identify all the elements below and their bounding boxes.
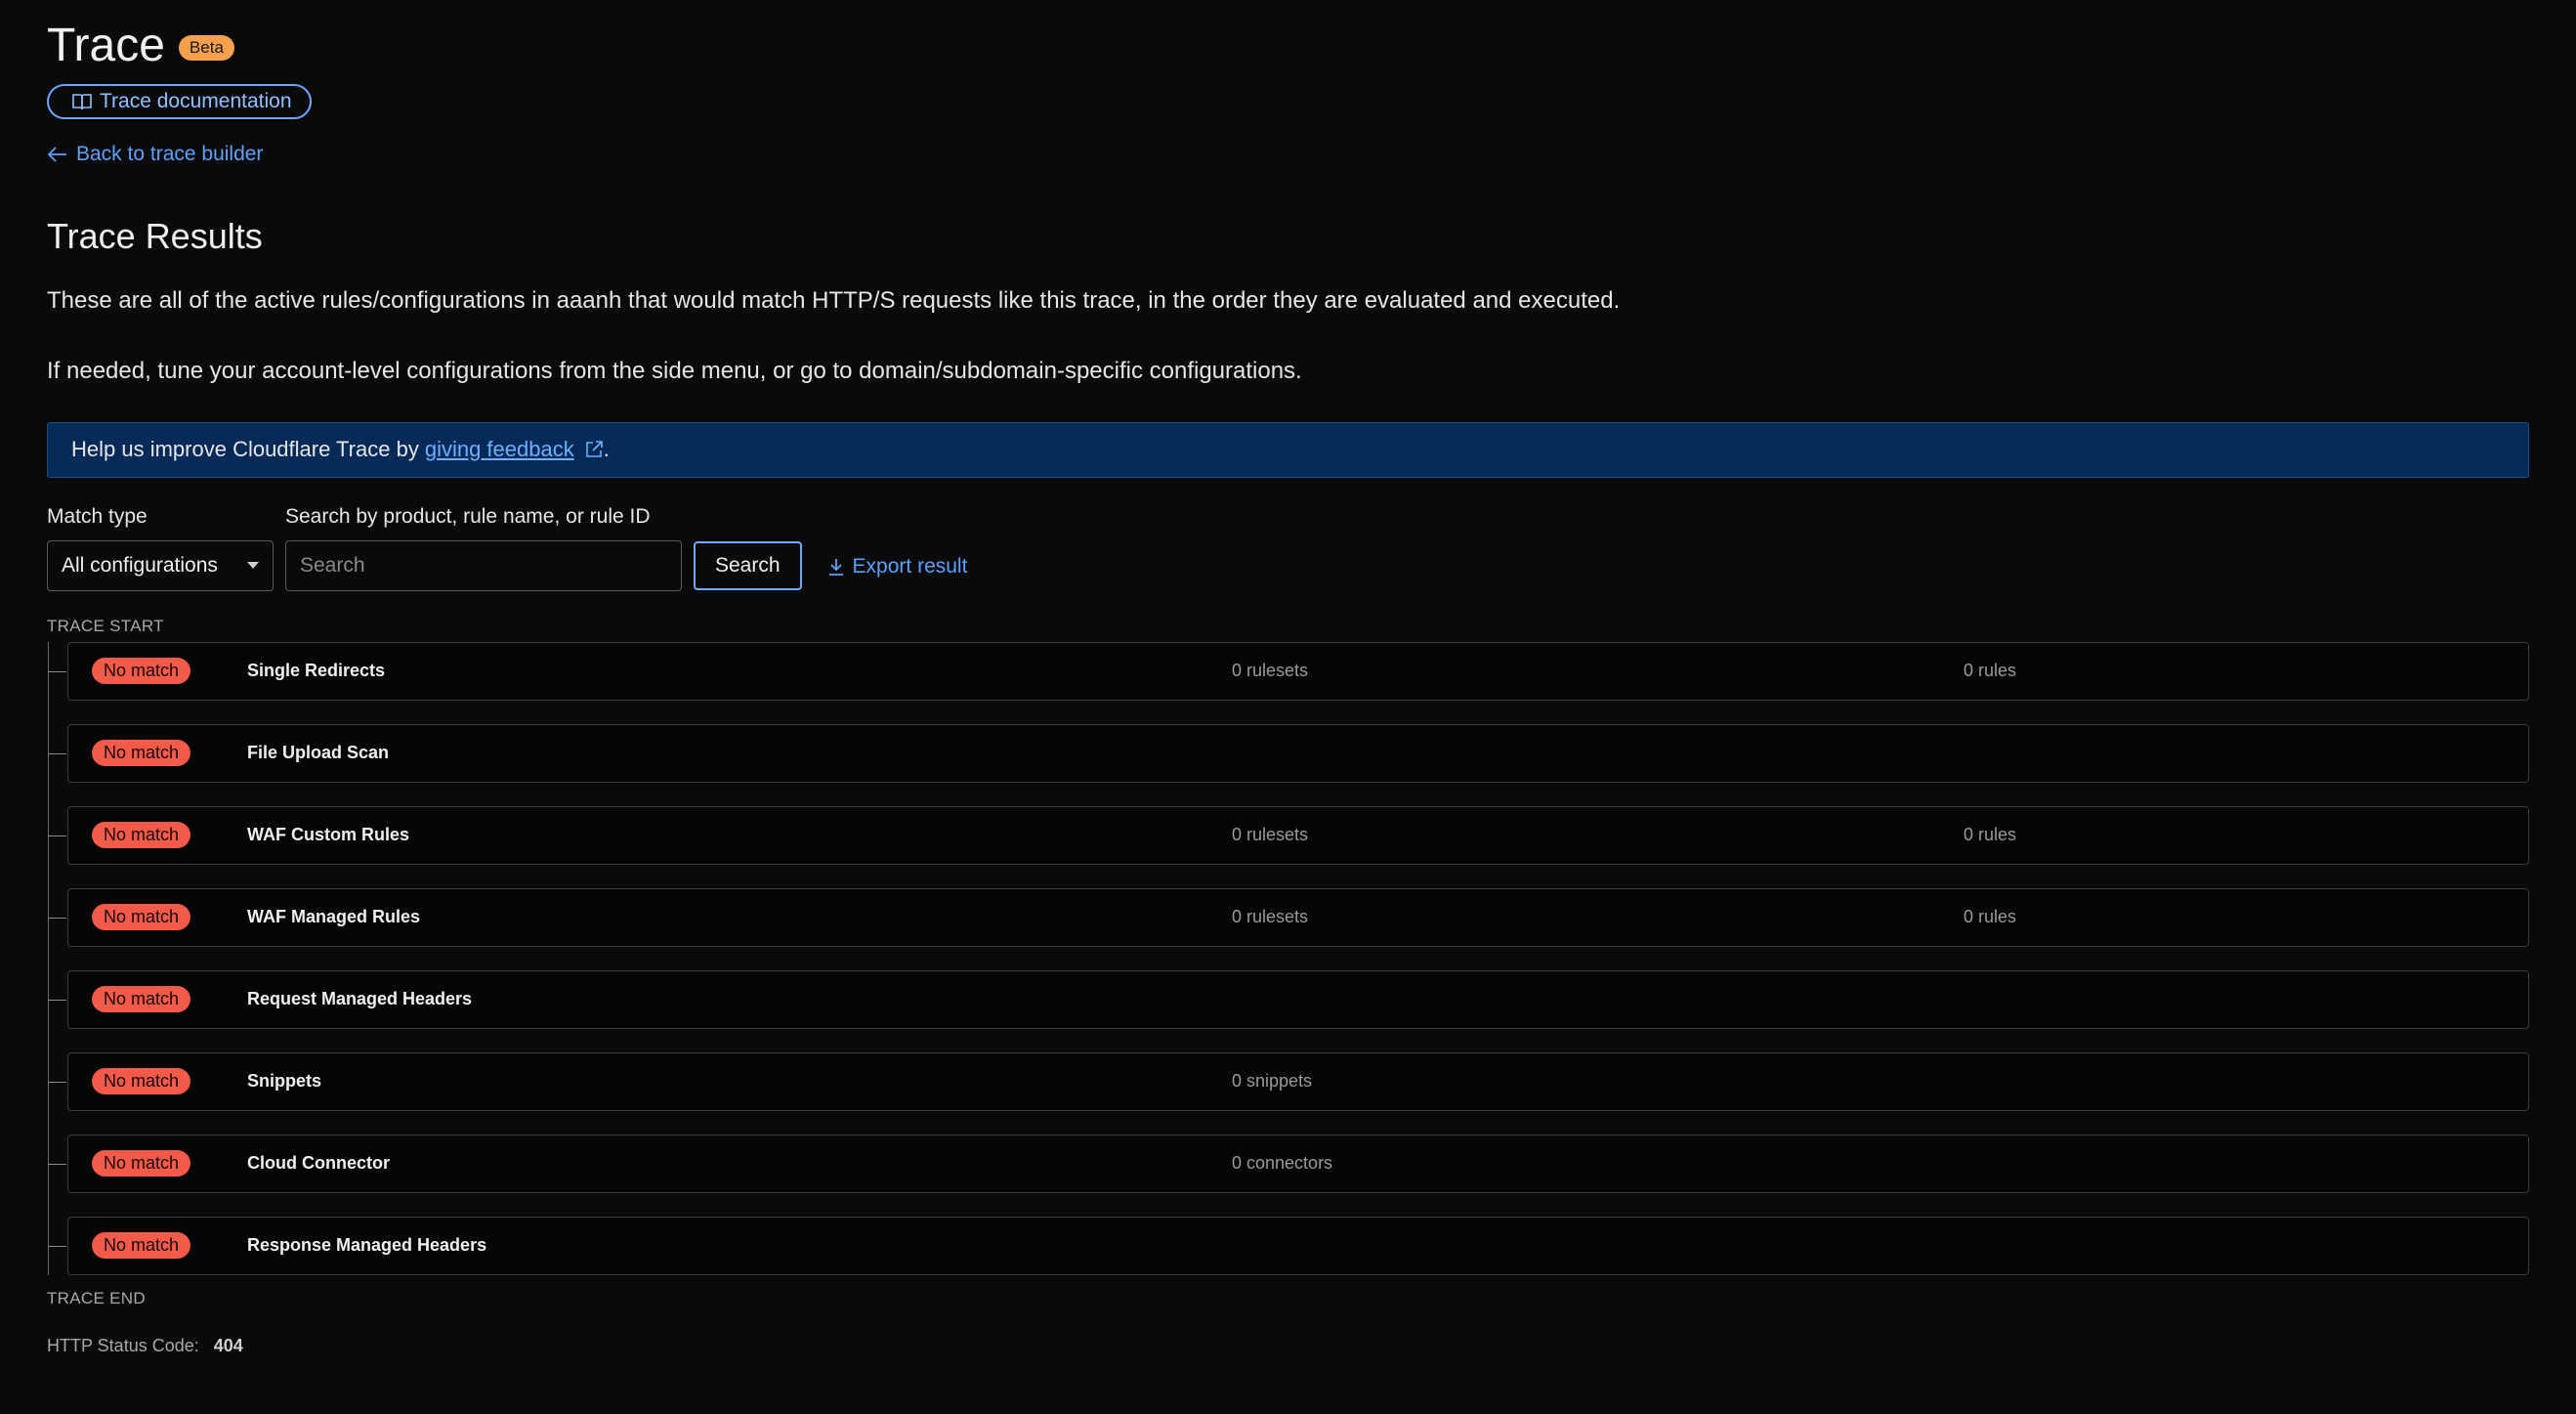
trace-row-rules: 0 rules [1964,661,2017,681]
trace-row-connectors-count: 0 connectors [1232,1153,1333,1174]
match-type-value: All configurations [62,553,218,577]
trace-row-name: File Upload Scan [247,743,390,763]
trace-results-title: Trace Results [47,216,263,256]
match-type-select[interactable]: All configurations [47,539,274,591]
no-match-badge: No match [92,821,191,849]
arrow-left-icon [47,147,66,162]
back-to-trace-builder-link[interactable]: Back to trace builder [47,143,263,166]
search-label: Search by product, rule name, or rule ID [285,504,651,528]
results-description-2: If needed, tune your account-level confi… [47,357,1302,384]
page-title: Trace [47,20,165,71]
results-description-1: These are all of the active rules/config… [47,287,1621,314]
search-button[interactable]: Search [694,540,802,590]
search-field: Search by product, rule name, or rule ID [285,505,682,591]
no-match-badge: No match [92,739,191,767]
trace-row-single-redirects[interactable]: No match Single Redirects 0 rulesets 0 r… [48,641,2529,701]
trace-row-name: Cloud Connector [247,1153,390,1174]
trace-row-file-upload-scan[interactable]: No match File Upload Scan [48,723,2529,783]
title-row: Trace Beta [47,0,2529,74]
no-match-badge: No match [92,1149,191,1178]
match-type-label: Match type [47,504,148,528]
status-code-label: HTTP Status Code: [47,1335,199,1355]
no-match-badge: No match [92,985,191,1013]
giving-feedback-link[interactable]: giving feedback [425,437,574,462]
page: Trace Beta Trace documentation Back to t… [0,0,2576,1414]
trace-row-request-managed-headers[interactable]: No match Request Managed Headers [48,969,2529,1029]
http-status-code: HTTP Status Code: 404 [47,1336,2529,1356]
export-result-label: Export result [852,554,968,578]
trace-list: No match Single Redirects 0 rulesets 0 r… [47,641,2529,1275]
trace-row-name: Response Managed Headers [247,1235,487,1256]
trace-row-waf-managed-rules[interactable]: No match WAF Managed Rules 0 rulesets 0 … [48,887,2529,947]
trace-row-rules: 0 rules [1964,907,2017,927]
trace-row-snippets-count: 0 snippets [1232,1071,1313,1092]
trace-documentation-button[interactable]: Trace documentation [47,84,312,119]
no-match-badge: No match [92,903,191,931]
status-code-value: 404 [213,1335,243,1355]
back-link-label: Back to trace builder [76,143,264,165]
trace-row-rulesets: 0 rulesets [1232,907,1309,927]
trace-row-name: Single Redirects [247,661,386,681]
trace-row-name: Snippets [247,1071,322,1092]
match-type-field: Match type All configurations [47,505,274,591]
caret-down-icon [247,562,259,570]
trace-row-name: WAF Custom Rules [247,825,410,845]
trace-row-cloud-connector[interactable]: No match Cloud Connector 0 connectors [48,1134,2529,1193]
trace-row-rulesets: 0 rulesets [1232,825,1309,845]
export-result-button[interactable]: Export result [827,542,968,591]
beta-badge: Beta [178,34,234,62]
external-link-icon[interactable] [584,440,604,459]
no-match-badge: No match [92,657,191,685]
trace-row-response-managed-headers[interactable]: No match Response Managed Headers [48,1216,2529,1275]
no-match-badge: No match [92,1067,191,1095]
trace-row-rulesets: 0 rulesets [1232,661,1309,681]
banner-suffix: . [603,437,610,462]
trace-documentation-label: Trace documentation [100,90,292,112]
search-input[interactable] [285,539,682,591]
feedback-banner: Help us improve Cloudflare Trace by givi… [47,421,2529,478]
trace-row-snippets[interactable]: No match Snippets 0 snippets [48,1051,2529,1111]
trace-row-waf-custom-rules[interactable]: No match WAF Custom Rules 0 rulesets 0 r… [48,805,2529,865]
trace-start-label: TRACE START [47,616,164,635]
filters-bar: Match type All configurations Search by … [47,505,2529,591]
trace-row-name: WAF Managed Rules [247,907,421,927]
banner-text: Help us improve Cloudflare Trace by [71,437,419,462]
trace-row-rules: 0 rules [1964,825,2017,845]
download-icon [828,558,843,576]
book-icon [72,94,92,110]
trace-end-label: TRACE END [47,1288,146,1307]
no-match-badge: No match [92,1231,191,1260]
trace-row-name: Request Managed Headers [247,989,473,1009]
